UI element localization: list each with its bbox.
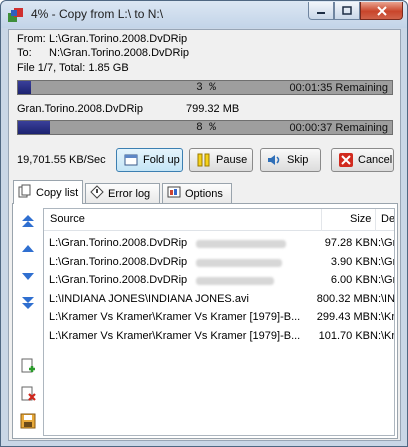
minimize-icon [317, 11, 325, 14]
redacted-text [196, 277, 274, 285]
current-file-name: Gran.Torino.2008.DvDRip [17, 103, 143, 115]
save-list-button[interactable] [19, 412, 37, 430]
row-source: L:\Kramer Vs Kramer\Kramer Vs Kramer [19… [49, 329, 301, 342]
remove-file-icon [21, 386, 36, 401]
from-label: From: [17, 33, 46, 45]
move-top-icon [22, 215, 34, 227]
current-file-size: 799.32 MB [186, 103, 240, 115]
transfer-speed: 19,701.55 KB/Sec [17, 154, 106, 166]
copy-list-table[interactable]: Source Size Destin L:\Gran.Torino.2008.D… [43, 208, 395, 436]
fold-up-icon [123, 152, 139, 168]
redacted-text [196, 258, 282, 267]
tab-copy-list-label: Copy list [36, 186, 79, 199]
to-line: To: N:\Gran.Torino.2008.DvDRip [17, 47, 189, 59]
skip-button[interactable]: Skip [260, 148, 321, 172]
pause-label: Pause [216, 154, 248, 166]
remove-file-button[interactable] [19, 385, 37, 403]
tab-strip: Copy list Error log Options [9, 180, 400, 204]
tab-options[interactable]: Options [162, 183, 232, 203]
move-up-button[interactable] [19, 240, 37, 258]
move-up-icon [22, 245, 34, 252]
list-header: Source Size Destin [44, 209, 394, 231]
tab-copy-list[interactable]: Copy list [13, 180, 83, 204]
header-destination[interactable]: Destin [381, 213, 394, 225]
close-button[interactable] [360, 2, 403, 20]
move-top-button[interactable] [19, 212, 37, 230]
move-down-button[interactable] [19, 267, 37, 285]
tab-error-log[interactable]: Error log [85, 183, 160, 203]
file-count: File 1/7, Total: 1.85 GB [17, 62, 129, 74]
app-icon [8, 8, 23, 22]
from-line: From: L:\Gran.Torino.2008.DvDRip [17, 33, 191, 45]
pause-icon [196, 152, 212, 168]
copy-list-panel: Source Size Destin L:\Gran.Torino.2008.D… [12, 203, 398, 439]
table-row[interactable]: L:\Gran.Torino.2008.DvDRip 97.28 KB N:\Gr [44, 235, 395, 252]
move-bottom-icon [22, 297, 34, 309]
skip-label: Skip [287, 154, 309, 166]
redacted-text [196, 240, 286, 248]
row-size: 6.00 KB [330, 274, 370, 286]
save-list-icon [20, 413, 36, 429]
main-panel: From: L:\Gran.Torino.2008.DvDRip To: N:\Gr… [8, 29, 401, 441]
row-source: L:\INDIANA JONES\INDIANA JONES.avi [49, 292, 249, 305]
skip-icon [267, 152, 283, 168]
row-destination: N:\Kr [370, 329, 395, 342]
minimize-button[interactable] [308, 2, 334, 20]
row-size: 3.90 KB [330, 255, 370, 268]
window-title: 4% - Copy from L:\ to N:\ [31, 7, 164, 21]
fold-up-label: Fold up [143, 154, 180, 166]
move-bottom-button[interactable] [19, 294, 37, 312]
file-progress-bar: 8 % 00:00:37 Remaining [17, 120, 393, 135]
row-destination: N:\Kr [370, 311, 395, 323]
row-size: 800.32 MB [316, 292, 370, 305]
maximize-button[interactable] [334, 2, 360, 20]
options-icon [167, 185, 181, 202]
row-source: L:\Gran.Torino.2008.DvDRip [49, 274, 188, 286]
row-source: L:\Gran.Torino.2008.DvDRip [49, 255, 188, 268]
cancel-label: Cancel [358, 154, 393, 166]
row-size: 299.43 MB [316, 311, 370, 323]
row-source: L:\Kramer Vs Kramer\Kramer Vs Kramer [19… [49, 311, 301, 323]
add-file-button[interactable] [19, 357, 37, 375]
table-row[interactable]: L:\INDIANA JONES\INDIANA JONES.avi 800.32… [44, 291, 395, 308]
tab-options-label: Options [185, 187, 223, 200]
cancel-button[interactable]: Cancel [331, 148, 394, 172]
tab-error-log-label: Error log [108, 187, 151, 200]
table-row[interactable]: L:\Kramer Vs Kramer\Kramer Vs Kramer [19… [44, 309, 395, 326]
row-destination: N:\Gr [370, 255, 395, 268]
copy-window: 4% - Copy from L:\ to N:\ From: L:\Gran.T… [0, 0, 408, 447]
fold-up-button[interactable]: Fold up [116, 148, 183, 172]
row-size: 97.28 KB [324, 237, 370, 249]
row-source: L:\Gran.Torino.2008.DvDRip [49, 237, 188, 249]
copy-list-icon [18, 184, 32, 201]
move-down-icon [22, 273, 34, 280]
table-row[interactable]: L:\Gran.Torino.2008.DvDRip 6.00 KB N:\Gr [44, 272, 395, 289]
header-source[interactable]: Source [50, 213, 85, 225]
cancel-icon [338, 152, 354, 168]
row-size: 101.70 KB [318, 329, 370, 342]
total-time-remaining: 00:01:35 Remaining [289, 82, 388, 94]
row-destination: N:\Gr [370, 274, 395, 286]
row-destination: N:\IN [370, 292, 395, 305]
file-time-remaining: 00:00:37 Remaining [289, 122, 388, 134]
to-label: To: [17, 47, 32, 59]
add-file-icon [21, 358, 35, 373]
from-path: L:\Gran.Torino.2008.DvDRip [49, 33, 188, 45]
title-bar[interactable]: 4% - Copy from L:\ to N:\ [1, 1, 407, 28]
close-icon [376, 5, 387, 16]
total-progress-bar: 3 % 00:01:35 Remaining [17, 80, 393, 95]
table-row[interactable]: L:\Gran.Torino.2008.DvDRip 3.90 KB N:\Gr [44, 254, 395, 271]
to-path: N:\Gran.Torino.2008.DvDRip [49, 47, 190, 59]
pause-button[interactable]: Pause [189, 148, 253, 172]
error-log-icon [90, 185, 104, 202]
table-row[interactable]: L:\Kramer Vs Kramer\Kramer Vs Kramer [19… [44, 328, 395, 345]
maximize-icon [342, 6, 352, 15]
header-size[interactable]: Size [350, 213, 371, 225]
row-destination: N:\Gr [370, 237, 395, 249]
